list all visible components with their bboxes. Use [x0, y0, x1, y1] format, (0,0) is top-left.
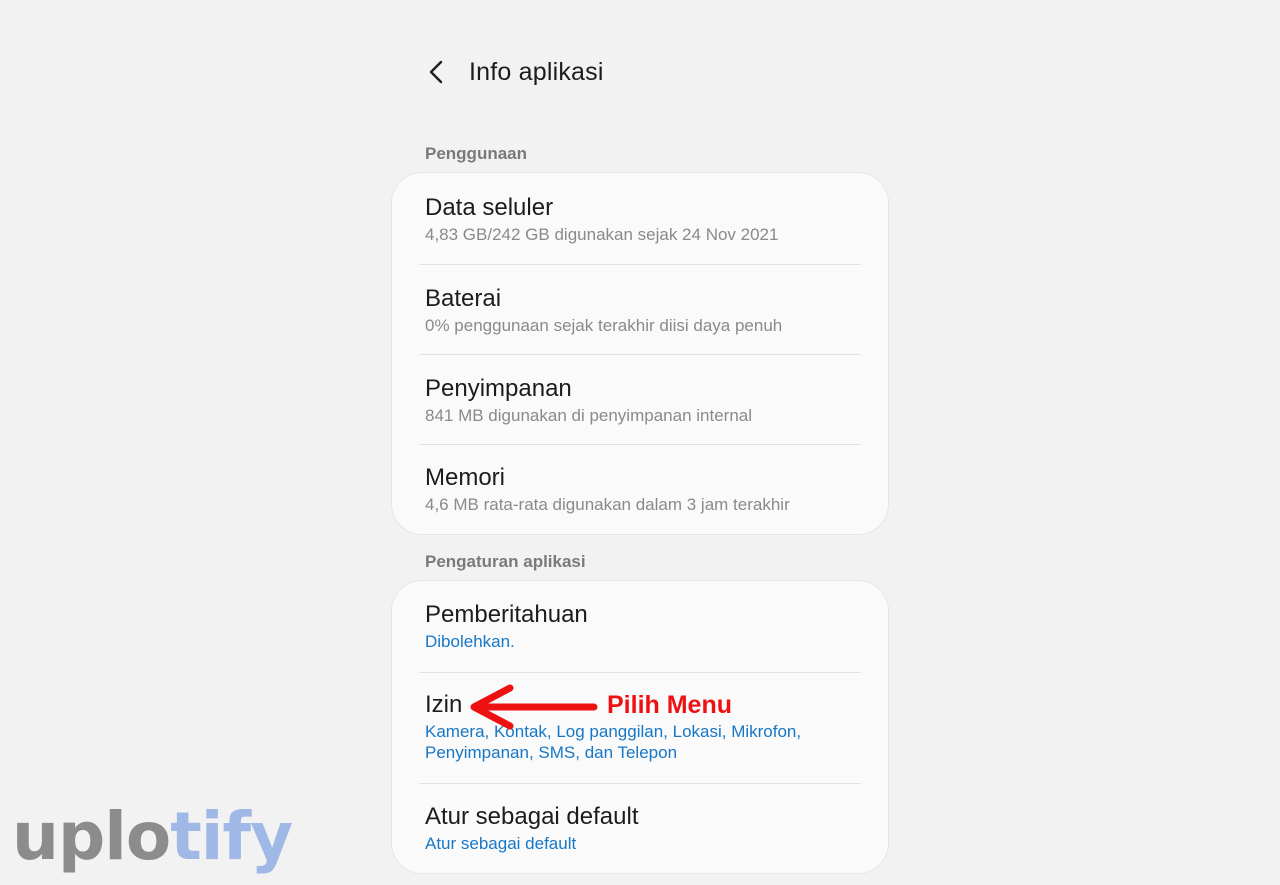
list-item-mobile-data[interactable]: Data seluler 4,83 GB/242 GB digunakan se…	[392, 173, 888, 264]
back-button[interactable]	[420, 48, 452, 96]
list-item-title: Pemberitahuan	[425, 601, 588, 628]
list-item-storage[interactable]: Penyimpanan 841 MB digunakan di penyimpa…	[392, 354, 888, 444]
list-item-notifications[interactable]: Pemberitahuan Dibolehkan.	[392, 581, 888, 672]
arrow-left-icon	[470, 684, 598, 730]
annotation-label: Pilih Menu	[607, 691, 732, 719]
chevron-left-icon	[429, 60, 443, 84]
list-item-subtitle: 841 MB digunakan di penyimpanan internal	[425, 406, 753, 425]
list-item-subtitle: Dibolehkan.	[425, 632, 515, 651]
list-item-title: Memori	[425, 464, 506, 491]
list-item-title: Data seluler	[425, 194, 554, 221]
list-item-title: Penyimpanan	[425, 375, 572, 402]
section-label-app-settings: Pengaturan aplikasi	[425, 552, 586, 571]
usage-card: Data seluler 4,83 GB/242 GB digunakan se…	[392, 173, 888, 534]
section-label-usage: Penggunaan	[425, 144, 528, 163]
list-item-memory[interactable]: Memori 4,6 MB rata-rata digunakan dalam …	[392, 444, 888, 534]
uplotify-logo: uplotify	[12, 797, 293, 877]
list-item-title: Atur sebagai default	[425, 803, 639, 830]
app-info-screen: Info aplikasi Penggunaan Data seluler 4,…	[0, 0, 1280, 885]
page-title: Info aplikasi	[469, 57, 604, 86]
logo-part-1: uplo	[12, 798, 171, 875]
top-app-bar: Info aplikasi	[420, 48, 604, 96]
list-item-subtitle: 0% penggunaan sejak terakhir diisi daya …	[425, 316, 783, 335]
list-item-set-default[interactable]: Atur sebagai default Atur sebagai defaul…	[392, 783, 888, 873]
list-item-battery[interactable]: Baterai 0% penggunaan sejak terakhir dii…	[392, 264, 888, 354]
logo-part-2: tify	[170, 798, 293, 875]
list-item-subtitle: Atur sebagai default	[425, 834, 577, 853]
list-item-subtitle: 4,6 MB rata-rata digunakan dalam 3 jam t…	[425, 495, 790, 514]
list-item-title: Baterai	[425, 285, 502, 312]
list-item-subtitle: 4,83 GB/242 GB digunakan sejak 24 Nov 20…	[425, 225, 779, 244]
